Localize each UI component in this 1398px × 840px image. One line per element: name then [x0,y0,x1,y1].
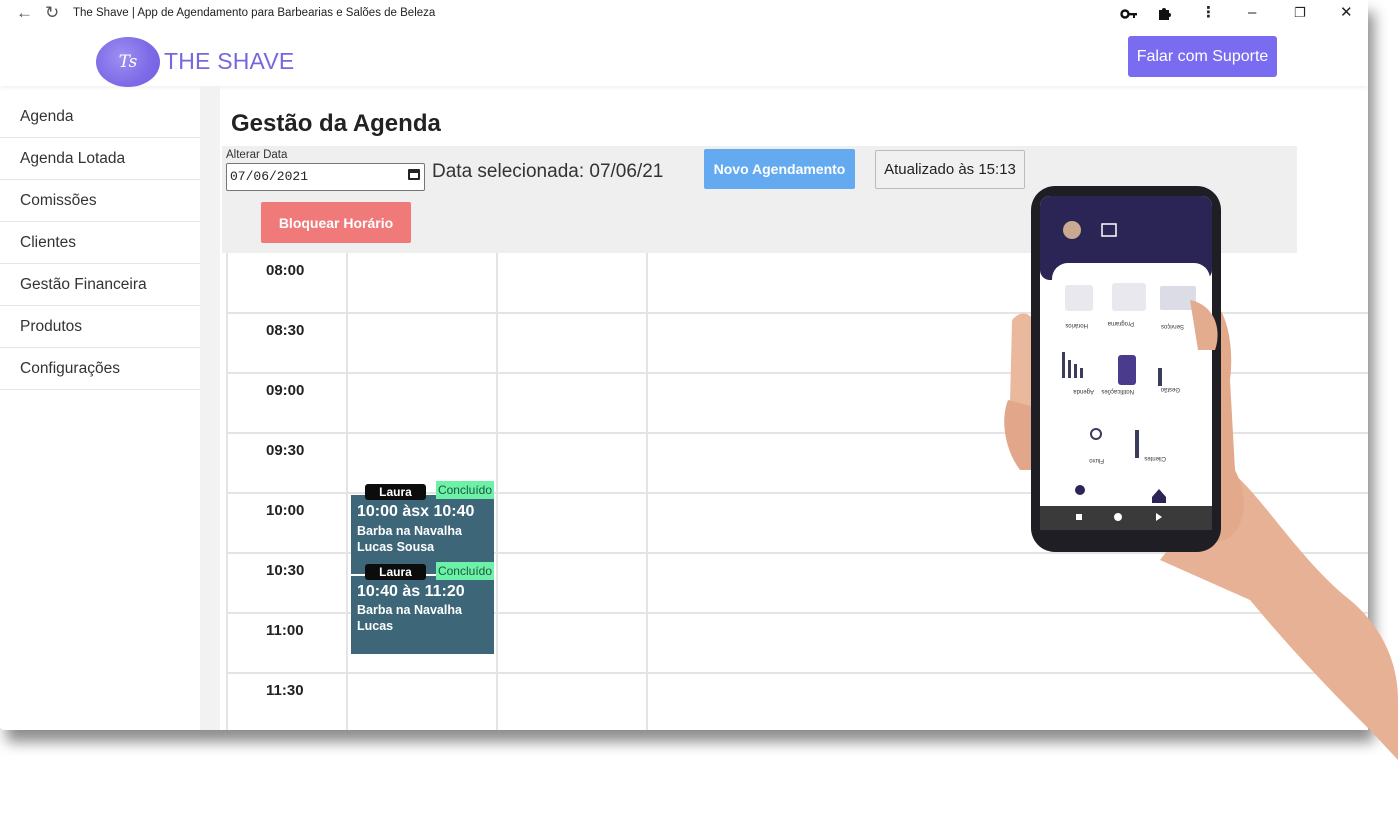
svg-text:Agenda: Agenda [1073,388,1094,394]
svg-text:Horários: Horários [1065,322,1088,328]
phone-in-hand-image: Serviços Programa Horários Gestão Notifi… [1004,186,1398,760]
svg-text:Notificações: Notificações [1101,388,1134,394]
settings-gear-icon [1075,485,1085,495]
profile-avatar-icon [1063,221,1081,239]
svg-text:Gestão: Gestão [1160,386,1180,392]
svg-text:Fluxo: Fluxo [1089,457,1104,463]
svg-text:Serviços: Serviços [1161,323,1184,329]
svg-text:Clientes: Clientes [1144,455,1166,461]
svg-text:Programa: Programa [1107,320,1134,326]
